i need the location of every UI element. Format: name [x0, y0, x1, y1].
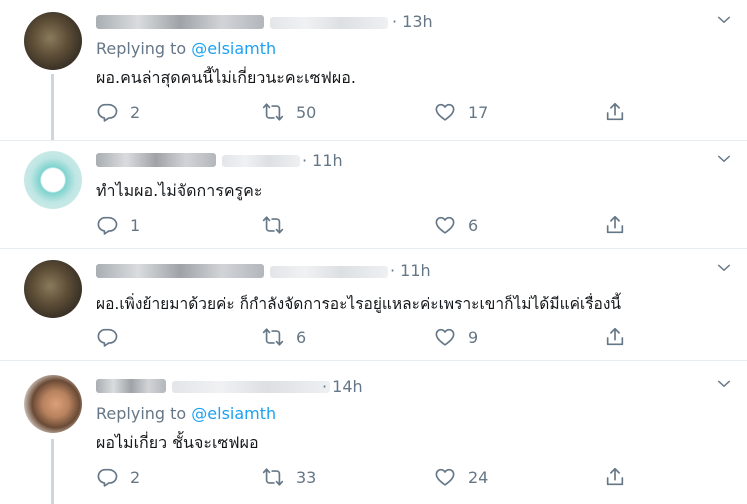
like-icon	[434, 466, 456, 488]
chevron-down-icon[interactable]	[713, 375, 735, 393]
display-name[interactable]	[96, 264, 264, 278]
retweet-count: 33	[296, 467, 317, 487]
reply-count: 2	[130, 467, 141, 487]
reply-button[interactable]: 2	[96, 465, 140, 489]
avatar[interactable]	[24, 260, 82, 318]
reply-icon	[96, 326, 118, 348]
like-count: 9	[468, 327, 479, 347]
tweet-text: ทำไมผอ.ไม่จัดการครูคะ	[96, 181, 263, 200]
retweet-count: 50	[296, 102, 317, 122]
retweet-icon	[262, 466, 284, 488]
display-name[interactable]	[96, 379, 166, 393]
replying-to: Replying to @elsiamth	[96, 39, 276, 58]
mention-link[interactable]: @elsiamth	[191, 404, 276, 423]
like-button[interactable]: 6	[434, 213, 478, 237]
like-icon	[434, 326, 456, 348]
timestamp[interactable]: · 13h	[392, 12, 433, 31]
username[interactable]	[270, 17, 388, 29]
chevron-down-icon[interactable]	[713, 11, 735, 29]
like-button[interactable]: 24	[434, 465, 488, 489]
share-icon	[604, 326, 626, 348]
chevron-down-icon[interactable]	[713, 150, 735, 168]
mention-link[interactable]: @elsiamth	[191, 39, 276, 58]
avatar[interactable]	[24, 151, 82, 209]
reply-button[interactable]	[96, 325, 130, 349]
replying-to-label: Replying to	[96, 39, 187, 58]
timestamp[interactable]: · 11h	[390, 261, 431, 280]
like-count: 17	[468, 102, 489, 122]
retweet-count: 6	[296, 327, 307, 347]
username[interactable]	[270, 266, 388, 278]
retweet-button[interactable]: 6	[262, 325, 306, 349]
avatar[interactable]	[24, 375, 82, 433]
retweet-button[interactable]	[262, 213, 296, 237]
tweet-text: ผอ.คนล่าสุดคนนี้ไม่เกี่ยวนะคะเซฟผอ.	[96, 68, 356, 87]
display-name[interactable]	[96, 153, 216, 167]
replying-to: Replying to @elsiamth	[96, 404, 276, 423]
reply-count: 2	[130, 102, 141, 122]
like-icon	[434, 101, 456, 123]
share-icon	[604, 466, 626, 488]
share-icon	[604, 214, 626, 236]
reply-button[interactable]: 1	[96, 213, 140, 237]
like-button[interactable]: 17	[434, 100, 488, 124]
display-name[interactable]	[96, 15, 264, 29]
replying-to-label: Replying to	[96, 404, 187, 423]
like-icon	[434, 214, 456, 236]
username[interactable]	[222, 155, 300, 167]
reply-icon	[96, 466, 118, 488]
thread-line	[51, 74, 54, 140]
share-button[interactable]	[604, 213, 626, 237]
share-icon	[604, 101, 626, 123]
reply-button[interactable]: 2	[96, 100, 140, 124]
reply-icon	[96, 214, 118, 236]
tweet-2[interactable]: · 11h ทำไมผอ.ไม่จัดการครูคะ 1 6	[0, 141, 747, 247]
username[interactable]	[172, 381, 330, 393]
like-button[interactable]: 9	[434, 325, 478, 349]
timestamp[interactable]: · 14h	[322, 377, 363, 396]
retweet-icon	[262, 326, 284, 348]
like-count: 6	[468, 215, 479, 235]
retweet-icon	[262, 214, 284, 236]
avatar[interactable]	[24, 12, 82, 70]
reply-icon	[96, 101, 118, 123]
retweet-button[interactable]: 50	[262, 100, 316, 124]
tweet-text: ผอไม่เกี่ยว ชั้นจะเซฟผอ	[96, 433, 259, 452]
retweet-icon	[262, 101, 284, 123]
share-button[interactable]	[604, 325, 626, 349]
timestamp[interactable]: · 11h	[302, 151, 343, 170]
tweet-3[interactable]: · 11h ผอ.เพิ่งย้ายมาด้วยค่ะ ก็กำลังจัดกา…	[0, 249, 747, 359]
tweet-1[interactable]: · 13h Replying to @elsiamth ผอ.คนล่าสุดค…	[0, 0, 747, 140]
like-count: 24	[468, 467, 489, 487]
thread-line	[51, 439, 54, 504]
reply-count: 1	[130, 215, 141, 235]
retweet-button[interactable]: 33	[262, 465, 316, 489]
tweet-4[interactable]: · 14h Replying to @elsiamth ผอไม่เกี่ยว …	[0, 361, 747, 504]
share-button[interactable]	[604, 465, 626, 489]
chevron-down-icon[interactable]	[713, 259, 735, 277]
tweet-text: ผอ.เพิ่งย้ายมาด้วยค่ะ ก็กำลังจัดการอะไรอ…	[96, 295, 622, 313]
share-button[interactable]	[604, 100, 626, 124]
